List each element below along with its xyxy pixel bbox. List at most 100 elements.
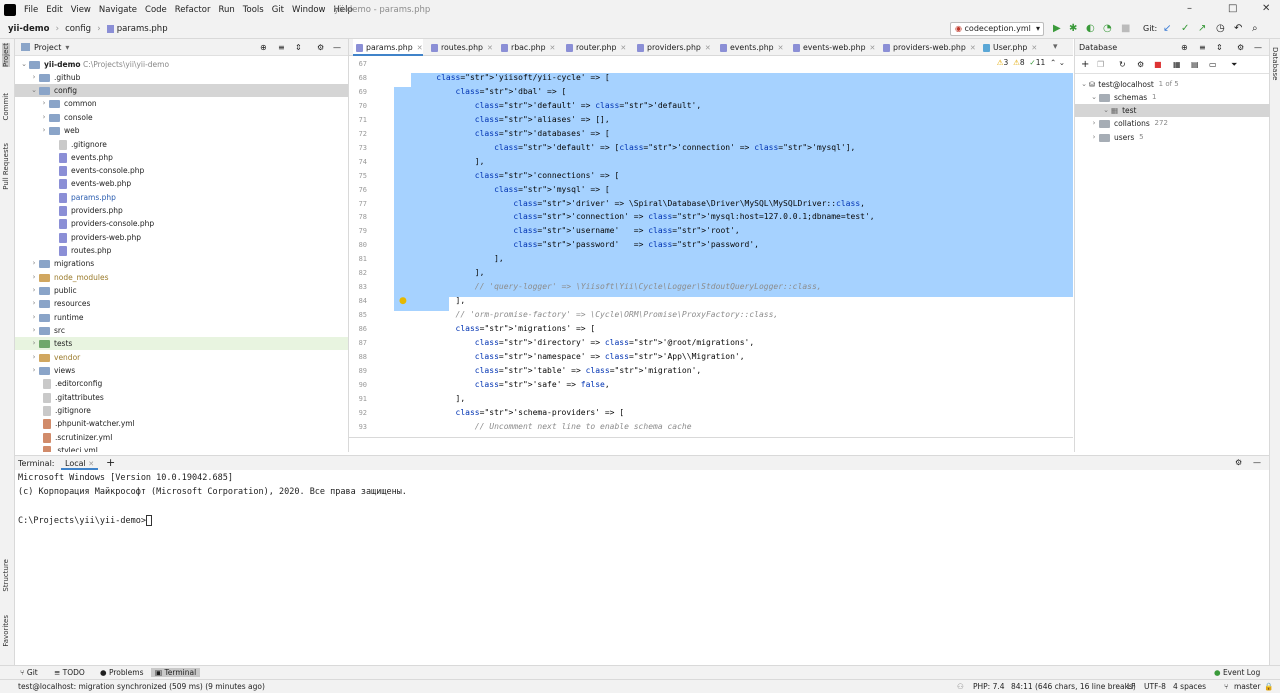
- menu-git[interactable]: Git: [272, 5, 284, 15]
- hide-icon[interactable]: —: [333, 43, 341, 52]
- menu-window[interactable]: Window: [292, 5, 326, 15]
- close-tab-icon[interactable]: ✕: [550, 44, 556, 52]
- rollback-icon[interactable]: ↶: [1234, 23, 1242, 34]
- gear-icon[interactable]: ⚙: [1237, 43, 1244, 52]
- stripe-favorites[interactable]: Favorites: [2, 615, 10, 647]
- status-caret-position[interactable]: 84:11 (646 chars, 16 line breaks): [1011, 682, 1136, 691]
- tree-item-console[interactable]: › console: [39, 111, 93, 124]
- close-tab-icon[interactable]: ✕: [870, 44, 876, 52]
- tree-item-runtime[interactable]: › runtime: [29, 311, 84, 324]
- close-icon[interactable]: ✕: [1262, 3, 1270, 14]
- tree-item-resources[interactable]: › resources: [29, 297, 91, 310]
- status-git-branch[interactable]: master: [1234, 682, 1260, 691]
- terminal-prompt[interactable]: C:\Projects\yii\yii-demo>: [18, 515, 1266, 529]
- properties-icon[interactable]: ⚙: [1137, 60, 1144, 69]
- tree-item-github[interactable]: › .github: [29, 71, 81, 84]
- menu-refactor[interactable]: Refactor: [175, 5, 211, 15]
- tool-git[interactable]: ⑂ Git: [20, 668, 38, 677]
- collapse-all-icon[interactable]: ≡: [1199, 43, 1206, 52]
- tree-root[interactable]: ⌄ yii-demo C:\Projects\yii\yii-demo: [19, 58, 169, 71]
- gear-icon[interactable]: ⚙: [1235, 458, 1242, 467]
- tree-item-events[interactable]: events.php: [59, 151, 113, 164]
- status-line-separator[interactable]: LF: [1127, 682, 1136, 691]
- tree-item-events-web[interactable]: events-web.php: [59, 177, 131, 190]
- tree-item-providers[interactable]: providers.php: [59, 204, 123, 217]
- close-tab-icon[interactable]: ✕: [778, 44, 784, 52]
- tree-item-vendor[interactable]: › vendor: [29, 351, 81, 364]
- menu-code[interactable]: Code: [145, 5, 167, 15]
- tree-item-gitignore[interactable]: .gitignore: [59, 138, 107, 151]
- breadcrumb-project[interactable]: yii-demo: [8, 24, 49, 34]
- tool-problems[interactable]: ● Problems: [100, 668, 144, 677]
- tree-item-providers-web[interactable]: providers-web.php: [59, 231, 141, 244]
- status-message[interactable]: test@localhost: migration synchronized (…: [18, 682, 265, 691]
- git-update-icon[interactable]: ↙: [1163, 23, 1171, 34]
- stripe-database[interactable]: Database: [1271, 47, 1279, 80]
- filter-icon[interactable]: ⏷: [1231, 60, 1237, 70]
- tree-item-gitignore-root[interactable]: .gitignore: [43, 404, 91, 417]
- hide-icon[interactable]: —: [1253, 458, 1261, 467]
- run-icon[interactable]: ▶: [1053, 23, 1061, 34]
- menu-navigate[interactable]: Navigate: [99, 5, 137, 15]
- stripe-commit[interactable]: Commit: [2, 93, 10, 121]
- tab-providers[interactable]: providers.php ✕: [634, 39, 711, 56]
- copy-icon[interactable]: ❐: [1097, 60, 1104, 69]
- tab-routes[interactable]: routes.php ✕: [428, 39, 493, 56]
- tab-terminal-local[interactable]: Local ✕: [61, 457, 99, 470]
- close-tab-icon[interactable]: ✕: [705, 44, 711, 52]
- profile-icon[interactable]: ◔: [1103, 23, 1112, 34]
- db-schema-test[interactable]: ⌄ ▦ test: [1075, 104, 1270, 117]
- tab-rbac[interactable]: rbac.php ✕: [498, 39, 555, 56]
- locate-icon[interactable]: ⊕: [260, 43, 267, 52]
- tab-events-web[interactable]: events-web.php ✕: [790, 39, 875, 56]
- close-tab-icon[interactable]: ✕: [487, 44, 493, 52]
- tree-item-tests[interactable]: › tests: [15, 337, 348, 350]
- db-schemas[interactable]: ⌄ schemas 1: [1089, 91, 1156, 104]
- jump-to-icon[interactable]: ▭: [1209, 60, 1217, 69]
- gear-icon[interactable]: ⚙: [317, 43, 324, 52]
- tab-events[interactable]: events.php ✕: [717, 39, 783, 56]
- status-encoding[interactable]: UTF-8: [1144, 682, 1166, 691]
- lock-icon[interactable]: 🔒: [1264, 682, 1273, 691]
- maximize-icon[interactable]: □: [1228, 3, 1237, 14]
- add-terminal-icon[interactable]: +: [106, 456, 115, 469]
- collapse-all-icon[interactable]: ≡: [278, 43, 285, 52]
- menu-tools[interactable]: Tools: [243, 5, 264, 15]
- stripe-structure[interactable]: Structure: [2, 559, 10, 592]
- menu-file[interactable]: File: [24, 5, 38, 15]
- tree-item-params[interactable]: params.php: [59, 191, 116, 204]
- hide-icon[interactable]: —: [1254, 43, 1262, 52]
- tree-item-config[interactable]: ⌄ config: [15, 84, 348, 97]
- locate-icon[interactable]: ⊕: [1181, 43, 1188, 52]
- git-commit-icon[interactable]: ✓: [1181, 23, 1189, 34]
- tree-item-views[interactable]: › views: [29, 364, 76, 377]
- close-tab-icon[interactable]: ✕: [970, 44, 976, 52]
- menu-run[interactable]: Run: [218, 5, 234, 15]
- tree-item-src[interactable]: › src: [29, 324, 65, 337]
- breadcrumb-file[interactable]: params.php: [117, 24, 168, 34]
- db-collations[interactable]: › collations 272: [1089, 117, 1168, 130]
- code-editor[interactable]: ⚠ 3 ⚠ 8 ✓ 11 ⌃ ⌄ ● 67 68 class="str">'yiisof…: [349, 56, 1073, 438]
- refresh-icon[interactable]: ↻: [1119, 60, 1126, 69]
- tree-item-migrations[interactable]: › migrations: [29, 257, 95, 270]
- close-tab-icon[interactable]: ✕: [620, 44, 626, 52]
- tree-item-styleci[interactable]: .styleci.yml: [43, 444, 98, 452]
- tree-item-phpunit-watcher[interactable]: .phpunit-watcher.yml: [43, 417, 135, 430]
- expand-all-icon[interactable]: ⇕: [1216, 43, 1223, 52]
- table-editor-icon[interactable]: ▦: [1173, 60, 1181, 69]
- tree-item-scrutinizer[interactable]: .scrutinizer.yml: [43, 431, 112, 444]
- tree-item-public[interactable]: › public: [29, 284, 77, 297]
- project-panel-title[interactable]: Project: [34, 43, 61, 52]
- status-php-version[interactable]: PHP: 7.4: [973, 682, 1005, 691]
- menu-view[interactable]: View: [71, 5, 91, 15]
- status-indent[interactable]: 4 spaces: [1173, 682, 1206, 691]
- search-everywhere-icon[interactable]: ⌕: [1252, 23, 1258, 34]
- tool-event-log[interactable]: ● Event Log: [1214, 668, 1260, 677]
- inspection-widget[interactable]: ⚠ 3 ⚠ 8 ✓ 11 ⌃ ⌄: [997, 58, 1065, 67]
- tab-list-icon[interactable]: ▾: [1053, 42, 1058, 52]
- tool-terminal[interactable]: ▣ Terminal: [151, 668, 201, 677]
- expand-all-icon[interactable]: ⇕: [295, 43, 302, 52]
- stripe-project[interactable]: Project: [2, 43, 10, 67]
- terminal-output[interactable]: Microsoft Windows [Version 10.0.19042.68…: [15, 470, 1269, 665]
- db-connection[interactable]: ⌄ ⛁ test@localhost 1 of 5: [1079, 78, 1179, 91]
